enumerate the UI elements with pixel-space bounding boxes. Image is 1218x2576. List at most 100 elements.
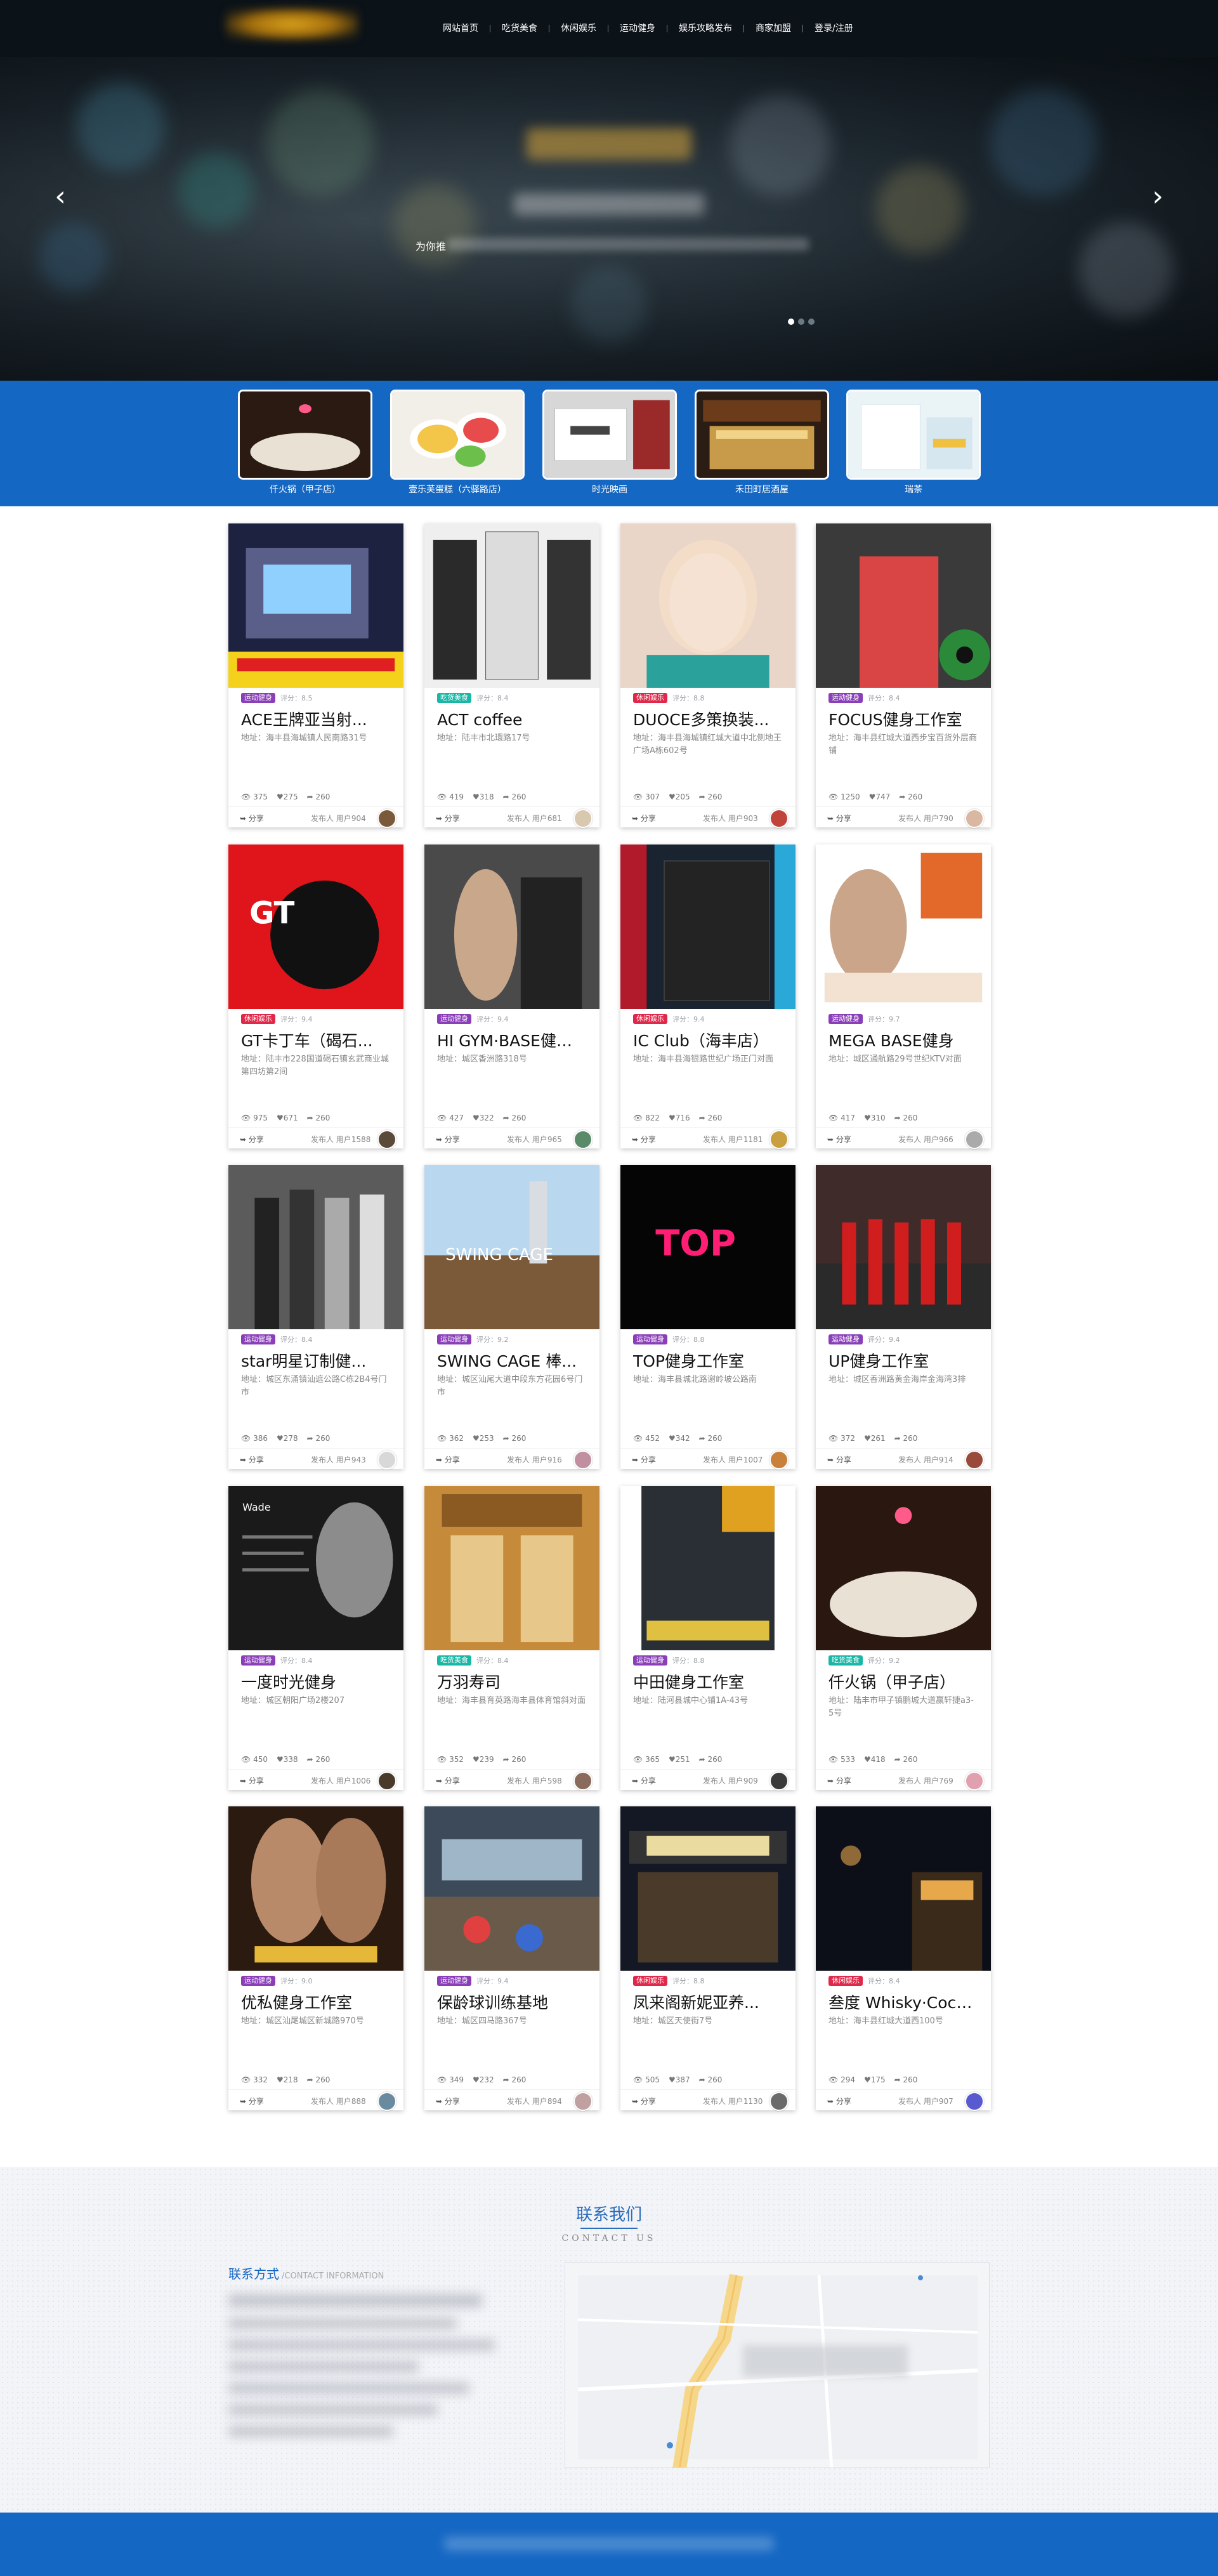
publisher-avatar[interactable] bbox=[573, 1130, 593, 1149]
featured-image[interactable] bbox=[846, 390, 981, 480]
featured-item[interactable]: 禾田町居酒屋 bbox=[695, 390, 829, 496]
publisher-avatar[interactable] bbox=[377, 1771, 396, 1791]
publisher-avatar[interactable] bbox=[377, 1450, 396, 1469]
publisher-avatar[interactable] bbox=[769, 2092, 789, 2111]
venue-title[interactable]: 万羽寿司 bbox=[437, 1672, 587, 1693]
likes-stat[interactable]: ♥205 bbox=[669, 792, 690, 801]
carousel-dot[interactable] bbox=[798, 319, 804, 325]
venue-photo[interactable]: SWING CAGE bbox=[424, 1165, 599, 1329]
venue-title[interactable]: SWING CAGE 棒... bbox=[437, 1351, 587, 1372]
site-logo[interactable] bbox=[225, 8, 358, 41]
venue-title[interactable]: GT卡丁车（碣石... bbox=[241, 1030, 391, 1052]
venue-photo[interactable] bbox=[620, 844, 796, 1009]
publisher-avatar[interactable] bbox=[965, 2092, 984, 2111]
venue-title[interactable]: 中田健身工作室 bbox=[633, 1672, 783, 1693]
nav-item[interactable]: 网站首页 bbox=[431, 19, 490, 38]
venue-card[interactable]: 运动健身 评分：9.0 优私健身工作室 地址：城区汕尾城区新城路970号 👁 332 ♥2… bbox=[228, 1806, 403, 2111]
featured-image[interactable] bbox=[695, 390, 829, 480]
likes-stat[interactable]: ♥318 bbox=[473, 792, 494, 801]
publisher-avatar[interactable] bbox=[965, 809, 984, 828]
venue-card[interactable]: 运动健身 评分：9.7 MEGA BASE健身 地址：城区通航路29号世纪KTV对面 👁… bbox=[816, 844, 991, 1149]
share-button[interactable]: ➥ 分享 bbox=[240, 1134, 264, 1145]
featured-label[interactable]: 时光映画 bbox=[542, 483, 677, 496]
category-badge[interactable]: 吃货美食 bbox=[828, 1655, 863, 1666]
venue-photo[interactable] bbox=[620, 1486, 796, 1650]
venue-photo[interactable] bbox=[228, 523, 403, 688]
category-badge[interactable]: 休闲娱乐 bbox=[633, 693, 667, 703]
category-badge[interactable]: 休闲娱乐 bbox=[633, 1014, 667, 1024]
venue-card[interactable]: 吃货美食 评分：8.4 ACT coffee 地址：陆丰市北環路17号 👁 419 ♥31… bbox=[424, 523, 599, 828]
likes-stat[interactable]: ♥278 bbox=[277, 1434, 298, 1443]
share-button[interactable]: ➥ 分享 bbox=[240, 1775, 264, 1786]
venue-title[interactable]: 仟火锅（甲子店） bbox=[828, 1672, 978, 1693]
venue-card[interactable]: 吃货美食 评分：8.4 万羽寿司 地址：海丰县育英路海丰县体育馆斜对面 👁 352 ♥23… bbox=[424, 1486, 599, 1791]
venue-title[interactable]: star明星订制健... bbox=[241, 1351, 391, 1372]
likes-stat[interactable]: ♥218 bbox=[277, 2075, 298, 2084]
venue-photo[interactable] bbox=[816, 523, 991, 688]
publisher-avatar[interactable] bbox=[769, 1771, 789, 1791]
venue-title[interactable]: DUOCE多策换装... bbox=[633, 709, 783, 731]
venue-photo[interactable]: TOP bbox=[620, 1165, 796, 1329]
share-button[interactable]: ➥ 分享 bbox=[632, 813, 656, 824]
venue-card[interactable]: Wade 运动健身 评分：8.4 一度时光健身 地址：城区朝阳广场2楼207 👁 450 ♥… bbox=[228, 1486, 403, 1791]
publisher-avatar[interactable] bbox=[573, 1771, 593, 1791]
category-badge[interactable]: 运动健身 bbox=[828, 1334, 863, 1344]
likes-stat[interactable]: ♥251 bbox=[669, 1755, 690, 1764]
carousel-dot[interactable] bbox=[808, 319, 815, 325]
venue-card[interactable]: 吃货美食 评分：9.2 仟火锅（甲子店） 地址：陆丰市甲子镇鹏城大道赢轩捷a3-5号 👁… bbox=[816, 1486, 991, 1791]
share-button[interactable]: ➥ 分享 bbox=[240, 1454, 264, 1465]
venue-photo[interactable] bbox=[424, 1486, 599, 1650]
nav-item[interactable]: 商家加盟 bbox=[744, 19, 802, 38]
share-button[interactable]: ➥ 分享 bbox=[436, 2096, 460, 2106]
publisher-avatar[interactable] bbox=[769, 809, 789, 828]
venue-photo[interactable] bbox=[424, 844, 599, 1009]
category-badge[interactable]: 吃货美食 bbox=[437, 693, 471, 703]
share-button[interactable]: ➥ 分享 bbox=[827, 1775, 851, 1786]
likes-stat[interactable]: ♥418 bbox=[864, 1755, 886, 1764]
venue-card[interactable]: 休闲娱乐 评分：9.4 IC Club（海丰店） 地址：海丰县海银路世纪广场正门对面 👁… bbox=[620, 844, 796, 1149]
venue-card[interactable]: 运动健身 评分：8.8 中田健身工作室 地址：陆河县城中心铺1A-43号 👁 365 ♥2… bbox=[620, 1486, 796, 1791]
nav-item[interactable]: 登录/注册 bbox=[803, 19, 865, 38]
likes-stat[interactable]: ♥232 bbox=[473, 2075, 494, 2084]
likes-stat[interactable]: ♥239 bbox=[473, 1755, 494, 1764]
likes-stat[interactable]: ♥261 bbox=[864, 1434, 886, 1443]
venue-card[interactable]: 运动健身 评分：9.4 保龄球训练基地 地址：城区四马路367号 👁 349 ♥232 ➦ … bbox=[424, 1806, 599, 2111]
share-button[interactable]: ➥ 分享 bbox=[436, 1454, 460, 1465]
category-badge[interactable]: 运动健身 bbox=[437, 1014, 471, 1024]
category-badge[interactable]: 运动健身 bbox=[241, 1976, 275, 1986]
publisher-avatar[interactable] bbox=[573, 809, 593, 828]
carousel-next-icon[interactable]: › bbox=[1145, 183, 1170, 211]
share-button[interactable]: ➥ 分享 bbox=[632, 1134, 656, 1145]
venue-title[interactable]: ACE王牌亚当射... bbox=[241, 709, 391, 731]
likes-stat[interactable]: ♥747 bbox=[869, 792, 891, 801]
nav-item[interactable]: 吃货美食 bbox=[490, 19, 549, 38]
venue-card[interactable]: 运动健身 评分：8.5 ACE王牌亚当射... 地址：海丰县海城镇人民南路31号 👁 3… bbox=[228, 523, 403, 828]
featured-image[interactable] bbox=[390, 390, 525, 480]
share-button[interactable]: ➥ 分享 bbox=[827, 1134, 851, 1145]
publisher-avatar[interactable] bbox=[377, 2092, 396, 2111]
publisher-avatar[interactable] bbox=[377, 1130, 396, 1149]
featured-label[interactable]: 瑞茶 bbox=[846, 483, 981, 496]
publisher-avatar[interactable] bbox=[377, 809, 396, 828]
publisher-avatar[interactable] bbox=[965, 1771, 984, 1791]
category-badge[interactable]: 运动健身 bbox=[633, 1655, 667, 1666]
venue-card[interactable]: 休闲娱乐 评分：8.4 叁度 Whisky·Cock... 地址：海丰县红城大道西10… bbox=[816, 1806, 991, 2111]
publisher-avatar[interactable] bbox=[769, 1450, 789, 1469]
venue-card[interactable]: SWING CAGE 运动健身 评分：9.2 SWING CAGE 棒... 地址：城区… bbox=[424, 1165, 599, 1469]
venue-title[interactable]: 优私健身工作室 bbox=[241, 1992, 391, 2014]
venue-photo[interactable]: GT bbox=[228, 844, 403, 1009]
share-button[interactable]: ➥ 分享 bbox=[240, 813, 264, 824]
publisher-avatar[interactable] bbox=[769, 1130, 789, 1149]
likes-stat[interactable]: ♥338 bbox=[277, 1755, 298, 1764]
publisher-avatar[interactable] bbox=[573, 1450, 593, 1469]
share-button[interactable]: ➥ 分享 bbox=[632, 2096, 656, 2106]
carousel-dot[interactable] bbox=[788, 319, 794, 325]
venue-title[interactable]: ACT coffee bbox=[437, 709, 587, 731]
venue-title[interactable]: HI GYM·BASE健身... bbox=[437, 1030, 587, 1052]
venue-photo[interactable]: Wade bbox=[228, 1486, 403, 1650]
venue-title[interactable]: FOCUS健身工作室 bbox=[828, 709, 978, 731]
share-button[interactable]: ➥ 分享 bbox=[632, 1454, 656, 1465]
likes-stat[interactable]: ♥671 bbox=[277, 1114, 298, 1122]
venue-title[interactable]: 叁度 Whisky·Cock... bbox=[828, 1992, 978, 2014]
publisher-avatar[interactable] bbox=[965, 1450, 984, 1469]
